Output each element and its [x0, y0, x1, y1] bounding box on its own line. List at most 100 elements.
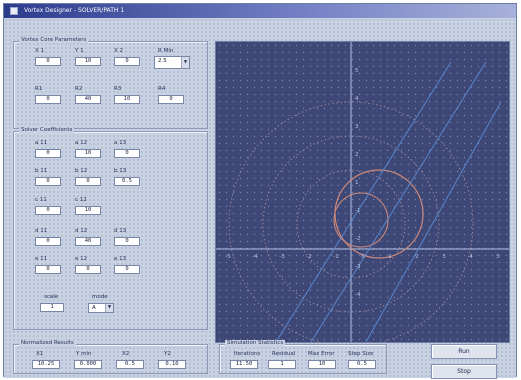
max-error-field[interactable]: 10 [308, 360, 336, 369]
scale-label: scale [44, 294, 59, 300]
scale-field[interactable]: 1 [40, 303, 64, 312]
run-button[interactable]: Run [431, 344, 497, 359]
result-ymin-field[interactable]: 0.000 [74, 360, 102, 369]
a11-label: a 11 [35, 140, 48, 146]
c11-label: c 11 [35, 197, 47, 203]
mode-label: mode [92, 294, 108, 300]
plot-grid-dots [216, 42, 509, 342]
client-area: Vortex Core Parameters X 1 0 Y 1 10 X 2 … [4, 18, 516, 379]
a13-field[interactable]: 0 [114, 149, 140, 158]
y-tick-label: 5 [355, 68, 359, 74]
app-icon [10, 7, 18, 15]
c12-label: c 12 [75, 197, 87, 203]
x1-field[interactable]: 0 [35, 57, 61, 66]
d13-field[interactable]: 0 [114, 237, 140, 246]
x-tick-label: -4 [252, 254, 258, 260]
result-y2-field[interactable]: 0.10 [158, 360, 186, 369]
max-error-label: Max Error [308, 351, 335, 357]
x-tick-label: 0 [361, 254, 365, 260]
r2-label: R2 [75, 86, 83, 92]
step-size-label: Step Size [348, 351, 374, 357]
y-tick-label: -2 [355, 236, 360, 242]
x-tick-label: -3 [279, 254, 285, 260]
x-tick-label: 5 [496, 254, 500, 260]
result-y2-label: Y2 [164, 351, 171, 357]
r3-label: R3 [114, 86, 122, 92]
iterations-label: Iterations [234, 351, 261, 357]
a13-label: a 13 [114, 140, 127, 146]
y-tick-label: -3 [355, 264, 361, 270]
x-tick-label: -1 [333, 254, 338, 260]
mode-value: A [92, 305, 96, 311]
residual-label: Residual [272, 351, 296, 357]
r1-field[interactable]: 0 [35, 95, 61, 104]
results-group: Normalized Results X1 10.25 Y min 0.000 … [13, 340, 208, 374]
result-x1-label: X1 [36, 351, 44, 357]
x-tick-label: -2 [306, 254, 311, 260]
c11-field[interactable]: 0 [35, 206, 61, 215]
b13-field[interactable]: 0.5 [114, 177, 140, 186]
result-x1-field[interactable]: 10.25 [32, 360, 60, 369]
x1-label: X 1 [35, 48, 45, 54]
stop-button[interactable]: Stop [431, 364, 497, 379]
e13-label: e 13 [114, 256, 127, 262]
y-tick-label: 4 [355, 96, 359, 102]
e12-field[interactable]: 0 [75, 265, 101, 274]
statistics-group: Simulation Statistics Iterations 11.50 R… [219, 340, 387, 374]
b11-field[interactable]: 0 [35, 177, 61, 186]
b11-label: b 11 [35, 168, 48, 174]
x-tick-label: 3 [442, 254, 446, 260]
core-parameters-group: Vortex Core Parameters X 1 0 Y 1 10 X 2 … [13, 37, 208, 129]
x-tick-label: 1 [388, 254, 392, 260]
r1-label: R1 [35, 86, 43, 92]
chevron-down-icon[interactable]: ▼ [105, 304, 113, 312]
e11-field[interactable]: 0 [35, 265, 61, 274]
plot-canvas: -5 -4 -3 -2 -1 0 1 2 3 4 5 5 4 3 2 1 -1 -2 -3 -4 [216, 42, 509, 342]
y-tick-label: -1 [355, 208, 360, 214]
d12-label: d 12 [75, 228, 88, 234]
r-min-value: 2.5 [158, 58, 167, 64]
e12-label: e 12 [75, 256, 88, 262]
b12-label: b 12 [75, 168, 88, 174]
b13-label: b 13 [114, 168, 127, 174]
d13-label: d 13 [114, 228, 127, 234]
d11-field[interactable]: 0 [35, 237, 61, 246]
r4-field[interactable]: 0 [158, 95, 184, 104]
main-window: Vortex Designer - SOLVER/PATH 1 Vortex C… [3, 3, 517, 379]
result-ymin-label: Y min [76, 351, 92, 357]
core-parameters-label: Vortex Core Parameters [19, 37, 89, 43]
title-bar[interactable]: Vortex Designer - SOLVER/PATH 1 [4, 4, 516, 18]
r2-field[interactable]: 40 [75, 95, 101, 104]
chevron-down-icon[interactable]: ▼ [181, 57, 189, 68]
e11-label: e 11 [35, 256, 48, 262]
y-tick-label: 2 [355, 152, 359, 158]
x-tick-label: 4 [469, 254, 473, 260]
e13-field[interactable]: 0 [114, 265, 140, 274]
r-min-combo[interactable]: 2.5 ▼ [154, 56, 190, 69]
b12-field[interactable]: 0 [75, 177, 101, 186]
statistics-label: Simulation Statistics [225, 340, 286, 346]
y1-label: Y 1 [75, 48, 84, 54]
r-min-label: R Min [158, 48, 174, 54]
mode-combo[interactable]: A ▼ [88, 303, 114, 313]
result-x2-label: X2 [122, 351, 130, 357]
r3-field[interactable]: 10 [114, 95, 140, 104]
r4-label: R4 [158, 86, 166, 92]
x2-field[interactable]: 0 [114, 57, 140, 66]
vortex-plot[interactable]: -5 -4 -3 -2 -1 0 1 2 3 4 5 5 4 3 2 1 -1 -2 -3 -4 [215, 41, 510, 343]
iterations-field[interactable]: 11.50 [230, 360, 258, 369]
step-size-field[interactable]: 0.5 [348, 360, 376, 369]
result-x2-field[interactable]: 0.5 [116, 360, 144, 369]
coefficients-label: Solver Coefficients [19, 127, 75, 133]
a11-field[interactable]: 0 [35, 149, 61, 158]
y-tick-label: 3 [355, 124, 359, 130]
window-title: Vortex Designer - SOLVER/PATH 1 [24, 7, 125, 14]
x-tick-label: 2 [415, 254, 419, 260]
results-label: Normalized Results [19, 340, 76, 346]
d12-field[interactable]: 40 [75, 237, 101, 246]
y1-field[interactable]: 10 [75, 57, 101, 66]
residual-field[interactable]: 1 [268, 360, 296, 369]
y-tick-label: -4 [355, 292, 361, 298]
c12-field[interactable]: 10 [75, 206, 101, 215]
a12-field[interactable]: 10 [75, 149, 101, 158]
